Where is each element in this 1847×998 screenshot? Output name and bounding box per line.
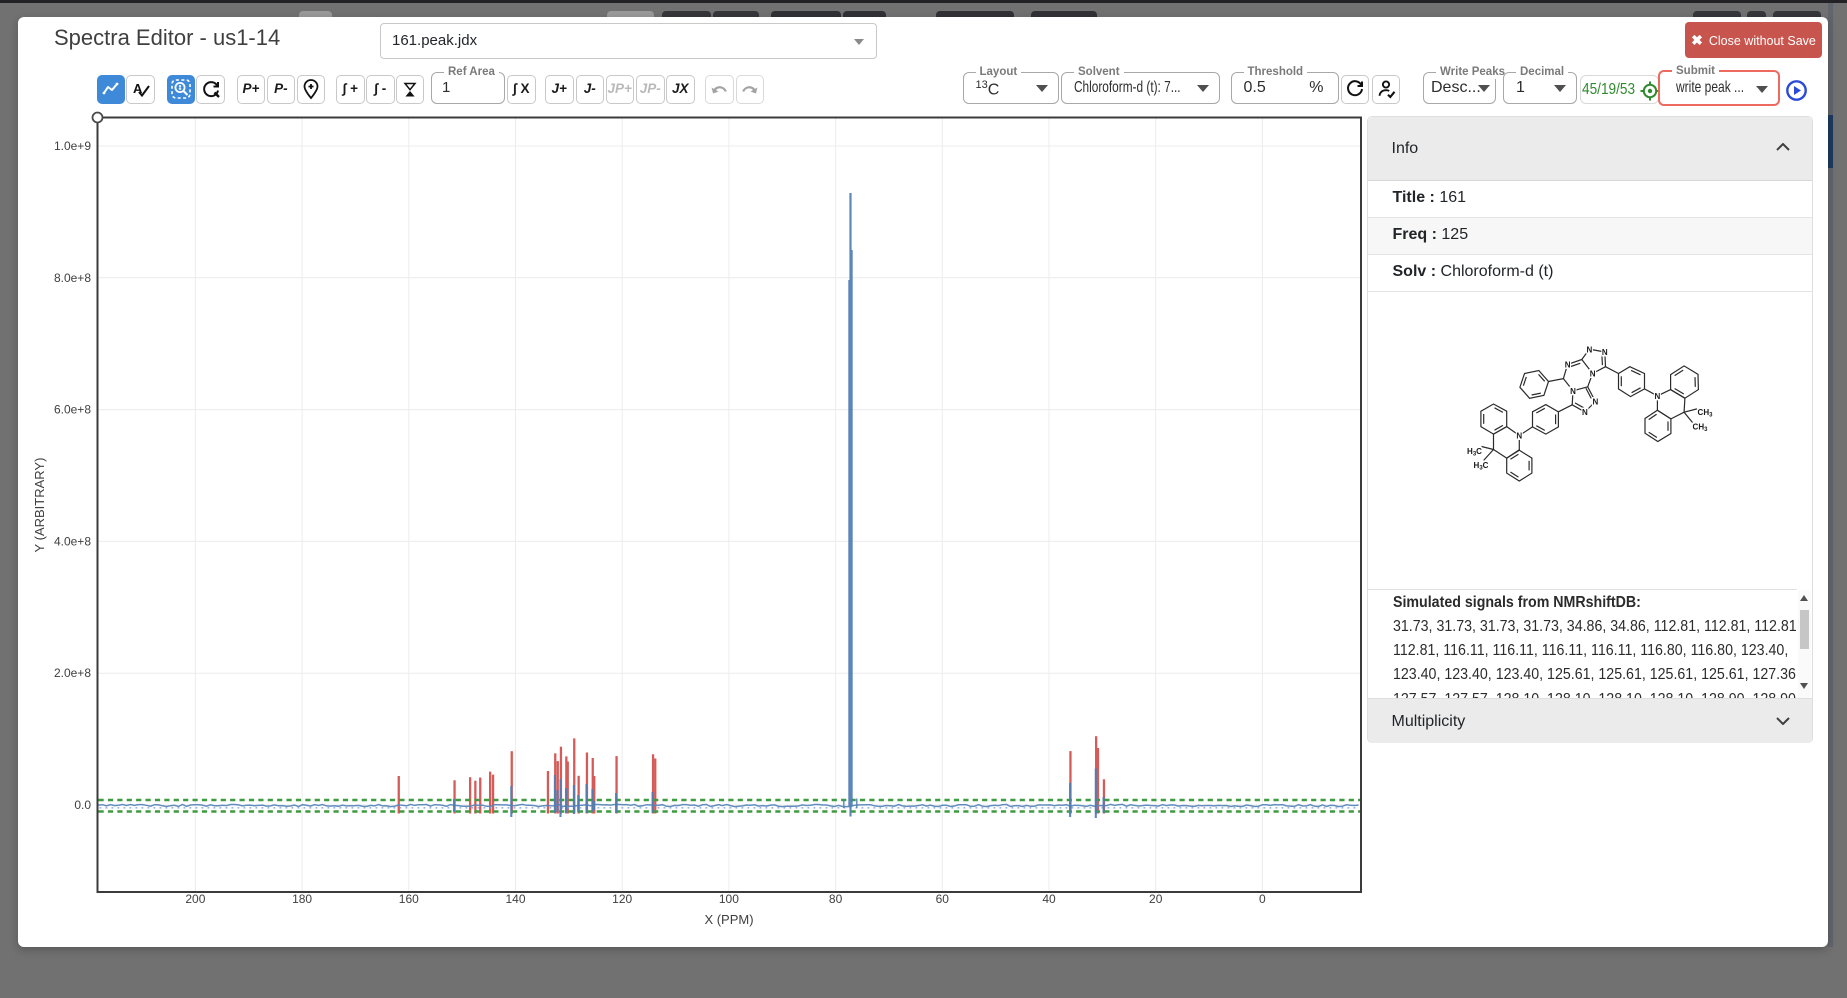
svg-text:200: 200	[185, 892, 205, 906]
svg-text:4.0e+8: 4.0e+8	[54, 534, 91, 548]
svg-text:1.0e+9: 1.0e+9	[54, 139, 91, 153]
svg-text:N: N	[1565, 361, 1571, 370]
svg-text:0: 0	[1259, 892, 1266, 906]
svg-text:60: 60	[936, 892, 950, 906]
svg-text:8.0e+8: 8.0e+8	[54, 271, 91, 285]
svg-text:6.0e+8: 6.0e+8	[54, 403, 91, 417]
svg-text:80: 80	[829, 892, 843, 906]
svg-text:160: 160	[399, 892, 419, 906]
svg-text:2.0e+8: 2.0e+8	[54, 666, 91, 680]
svg-text:N: N	[1516, 432, 1522, 441]
svg-text:N: N	[1582, 408, 1588, 417]
svg-text:N: N	[1570, 387, 1576, 396]
svg-text:180: 180	[292, 892, 312, 906]
svg-text:140: 140	[505, 892, 525, 906]
svg-text:120: 120	[612, 892, 632, 906]
svg-text:Y (ARBITRARY): Y (ARBITRARY)	[32, 458, 47, 553]
svg-text:N: N	[1593, 398, 1599, 407]
svg-text:N: N	[1655, 392, 1661, 401]
svg-text:N: N	[1602, 348, 1608, 357]
svg-text:20: 20	[1149, 892, 1163, 906]
svg-text:40: 40	[1042, 892, 1056, 906]
svg-text:N: N	[1590, 370, 1596, 379]
svg-text:0.0: 0.0	[74, 798, 91, 812]
svg-text:X (PPM): X (PPM)	[704, 912, 753, 927]
svg-text:N: N	[1587, 345, 1593, 354]
svg-text:100: 100	[719, 892, 739, 906]
